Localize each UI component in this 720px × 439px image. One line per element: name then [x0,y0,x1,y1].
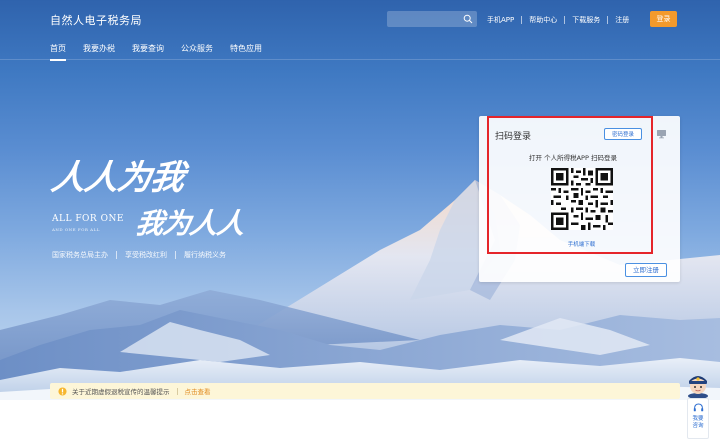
monitor-icon[interactable] [656,128,667,139]
consult-label-line1: 我要 [692,416,704,422]
nav-item-query[interactable]: 我要查询 [132,43,164,58]
qr-login-card: 扫码登录 密码登录 打开 个人所得税APP 扫码登录 手机端下载 立即注册 [479,116,680,282]
notice-view-link[interactable]: 点击查看 [185,386,211,396]
nav-item-tax-handling[interactable]: 我要办税 [83,43,115,58]
header-divider [0,59,720,60]
divider [116,251,117,259]
nav-item-public-service[interactable]: 公众服务 [181,43,213,58]
divider [175,251,176,259]
notice-text: 关于近期虚假退税宣传的温馨提示 [72,388,170,396]
password-login-button[interactable]: 密码登录 [604,128,642,140]
consult-assistant[interactable]: 我要 咨询 [686,372,710,439]
top-links: 手机APP 帮助中心 下载服务 注册 [487,13,629,27]
qr-code [551,168,613,230]
consult-box[interactable]: 我要 咨询 [687,398,709,439]
top-link-help-center[interactable]: 帮助中心 [529,15,557,25]
divider [564,16,566,24]
slogan-calligraphy-line2: 我为人人 [133,207,247,240]
content-area [0,400,720,439]
slogan-tag: 享受税改红利 [125,251,167,259]
consult-label-line2: 咨询 [692,423,704,429]
bulb-icon [58,386,67,396]
notice-bar: 关于近期虚假退税宣传的温馨提示 点击查看 [50,383,680,399]
mobile-download-link[interactable]: 手机端下载 [479,240,684,248]
site-title[interactable]: 自然人电子税务局 [50,12,142,28]
divider [521,16,523,24]
scan-instruction: 打开 个人所得税APP 扫码登录 [529,154,617,162]
nav-item-home[interactable]: 首页 [50,43,66,61]
nav-item-featured-apps[interactable]: 特色应用 [230,43,262,58]
slogan-calligraphy-line1: 人人为我 [48,158,187,198]
hero-slogan: 人人为我 ALL FOR ONE AND ONE FOR ALL 我为人人 国家… [48,150,310,270]
login-button[interactable]: 登录 [650,11,677,27]
consult-label: 我要 咨询 [688,416,708,430]
search-input[interactable] [387,11,477,27]
top-link-mobile-app[interactable]: 手机APP [487,15,514,25]
slogan-tag: 履行纳税义务 [184,251,226,259]
slogan-tag: 国家税务总局主办 [52,251,108,259]
main-nav: 首页 我要办税 我要查询 公众服务 特色应用 [50,43,279,61]
slogan-english-line2: AND ONE FOR ALL [52,227,100,232]
page: 自然人电子税务局 手机APP 帮助中心 下载服务 注册 登录 首页 我要办税 我… [0,0,720,439]
slogan-tags: 国家税务总局主办 享受税改红利 履行纳税义务 [52,250,226,260]
site-header: 自然人电子税务局 手机APP 帮助中心 下载服务 注册 登录 首页 我要办税 我… [0,0,720,61]
divider [176,387,178,395]
card-title: 扫码登录 [495,132,532,142]
slogan-english-line1: ALL FOR ONE [52,214,124,224]
headset-icon [693,403,704,412]
top-link-download[interactable]: 下载服务 [572,15,600,25]
top-link-register[interactable]: 注册 [615,15,629,25]
divider [607,16,609,24]
officer-avatar-icon [688,376,708,398]
register-button[interactable]: 立即注册 [625,263,667,277]
search-icon[interactable] [463,14,473,24]
